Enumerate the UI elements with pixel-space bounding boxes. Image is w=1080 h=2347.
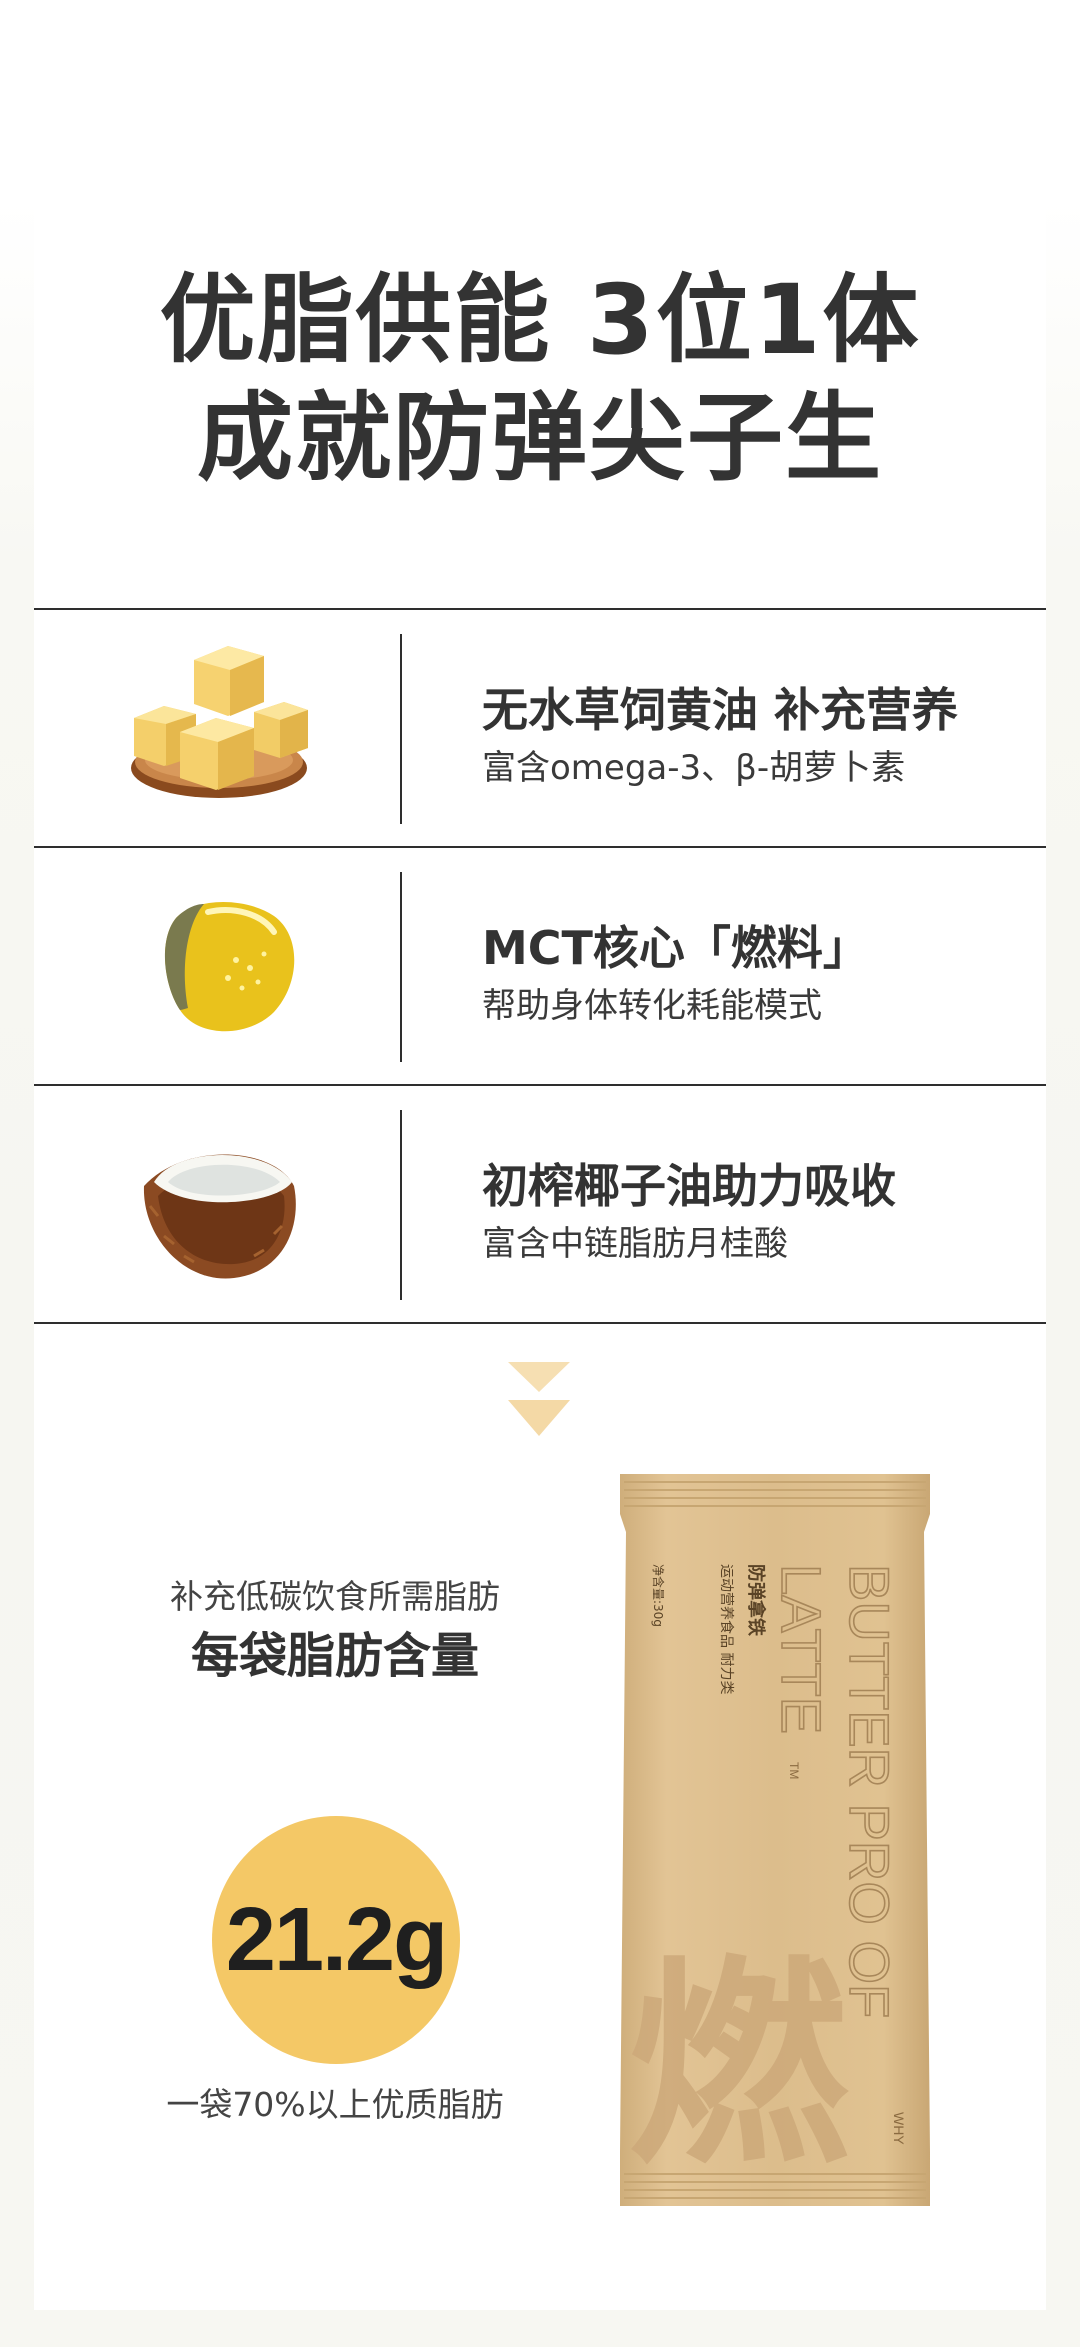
coconut-icon: [124, 1116, 314, 1292]
feature-row-mct: MCT核心「燃料」 帮助身体转化耗能模式: [34, 846, 1046, 1084]
fat-lead-text: 补充低碳饮食所需脂肪: [170, 1577, 500, 1616]
fat-amount-badge: 21.2g: [212, 1816, 460, 2064]
package-brand-line-2: LATTE: [770, 1564, 833, 1734]
row-divider: [400, 634, 402, 824]
row-divider: [400, 1110, 402, 1300]
feature-title: 初榨椰子油助力吸收: [482, 1159, 896, 1213]
oil-drop-icon: [124, 878, 314, 1054]
package-big-char: 燃: [628, 1938, 849, 2194]
package-category: 运动营养食品 耐力类: [718, 1564, 735, 1694]
feature-title: MCT核心「燃料」: [482, 921, 869, 975]
package-product-name: 防弹拿铁: [745, 1564, 767, 1636]
package-net-weight: 净含量:30g: [651, 1564, 666, 1627]
package-logo: WHY: [891, 2112, 907, 2145]
feature-row-coconut: 初榨椰子油助力吸收 富含中链脂肪月桂酸: [34, 1084, 1046, 1324]
headline-line-2: 成就防弹尖子生: [197, 382, 883, 494]
fat-title: 每袋脂肪含量: [186, 1616, 484, 1686]
feature-title: 无水草饲黄油 补充营养: [482, 683, 959, 737]
fat-title-wrap: 每袋脂肪含量: [100, 1616, 570, 1686]
row-divider: [400, 872, 402, 1062]
feature-row-butter: 无水草饲黄油 补充营养 富含omega-3、β-胡萝卜素: [34, 608, 1046, 846]
product-package: BUTTER PRO OF LATTE TM 防弹拿铁 运动营养食品 耐力类 净…: [614, 1472, 936, 2208]
feature-desc: 富含omega-3、β-胡萝卜素: [482, 748, 906, 788]
fat-amount-value: 21.2g: [225, 1889, 448, 1990]
fat-note: 一袋70%以上优质脂肪: [166, 2085, 504, 2124]
butter-icon: [124, 640, 314, 816]
feature-desc: 富含中链脂肪月桂酸: [482, 1224, 788, 1264]
feature-desc: 帮助身体转化耗能模式: [482, 986, 822, 1026]
package-tm: TM: [787, 1762, 801, 1779]
chevron-down-icon: [506, 1360, 572, 1440]
